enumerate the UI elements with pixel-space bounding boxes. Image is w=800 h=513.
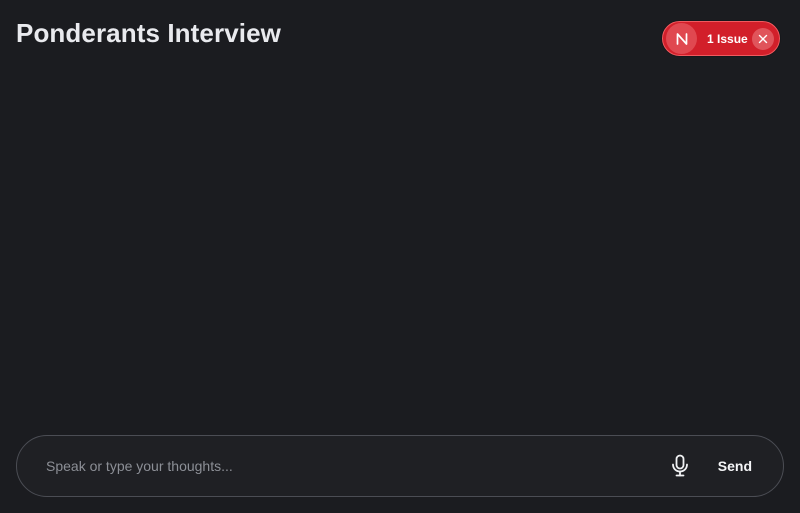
issues-indicator[interactable]: 1 Issue: [662, 21, 780, 56]
microphone-icon[interactable]: [664, 450, 696, 482]
app-page: Ponderants Interview 1 Issue Send: [0, 0, 800, 513]
page-title: Ponderants Interview: [16, 18, 281, 48]
send-button[interactable]: Send: [718, 458, 752, 474]
nextjs-n-icon[interactable]: [666, 23, 697, 54]
issue-count-label[interactable]: 1 Issue: [707, 32, 748, 46]
message-composer: Send: [16, 435, 784, 497]
close-icon[interactable]: [752, 27, 774, 50]
message-input[interactable]: [46, 436, 654, 496]
